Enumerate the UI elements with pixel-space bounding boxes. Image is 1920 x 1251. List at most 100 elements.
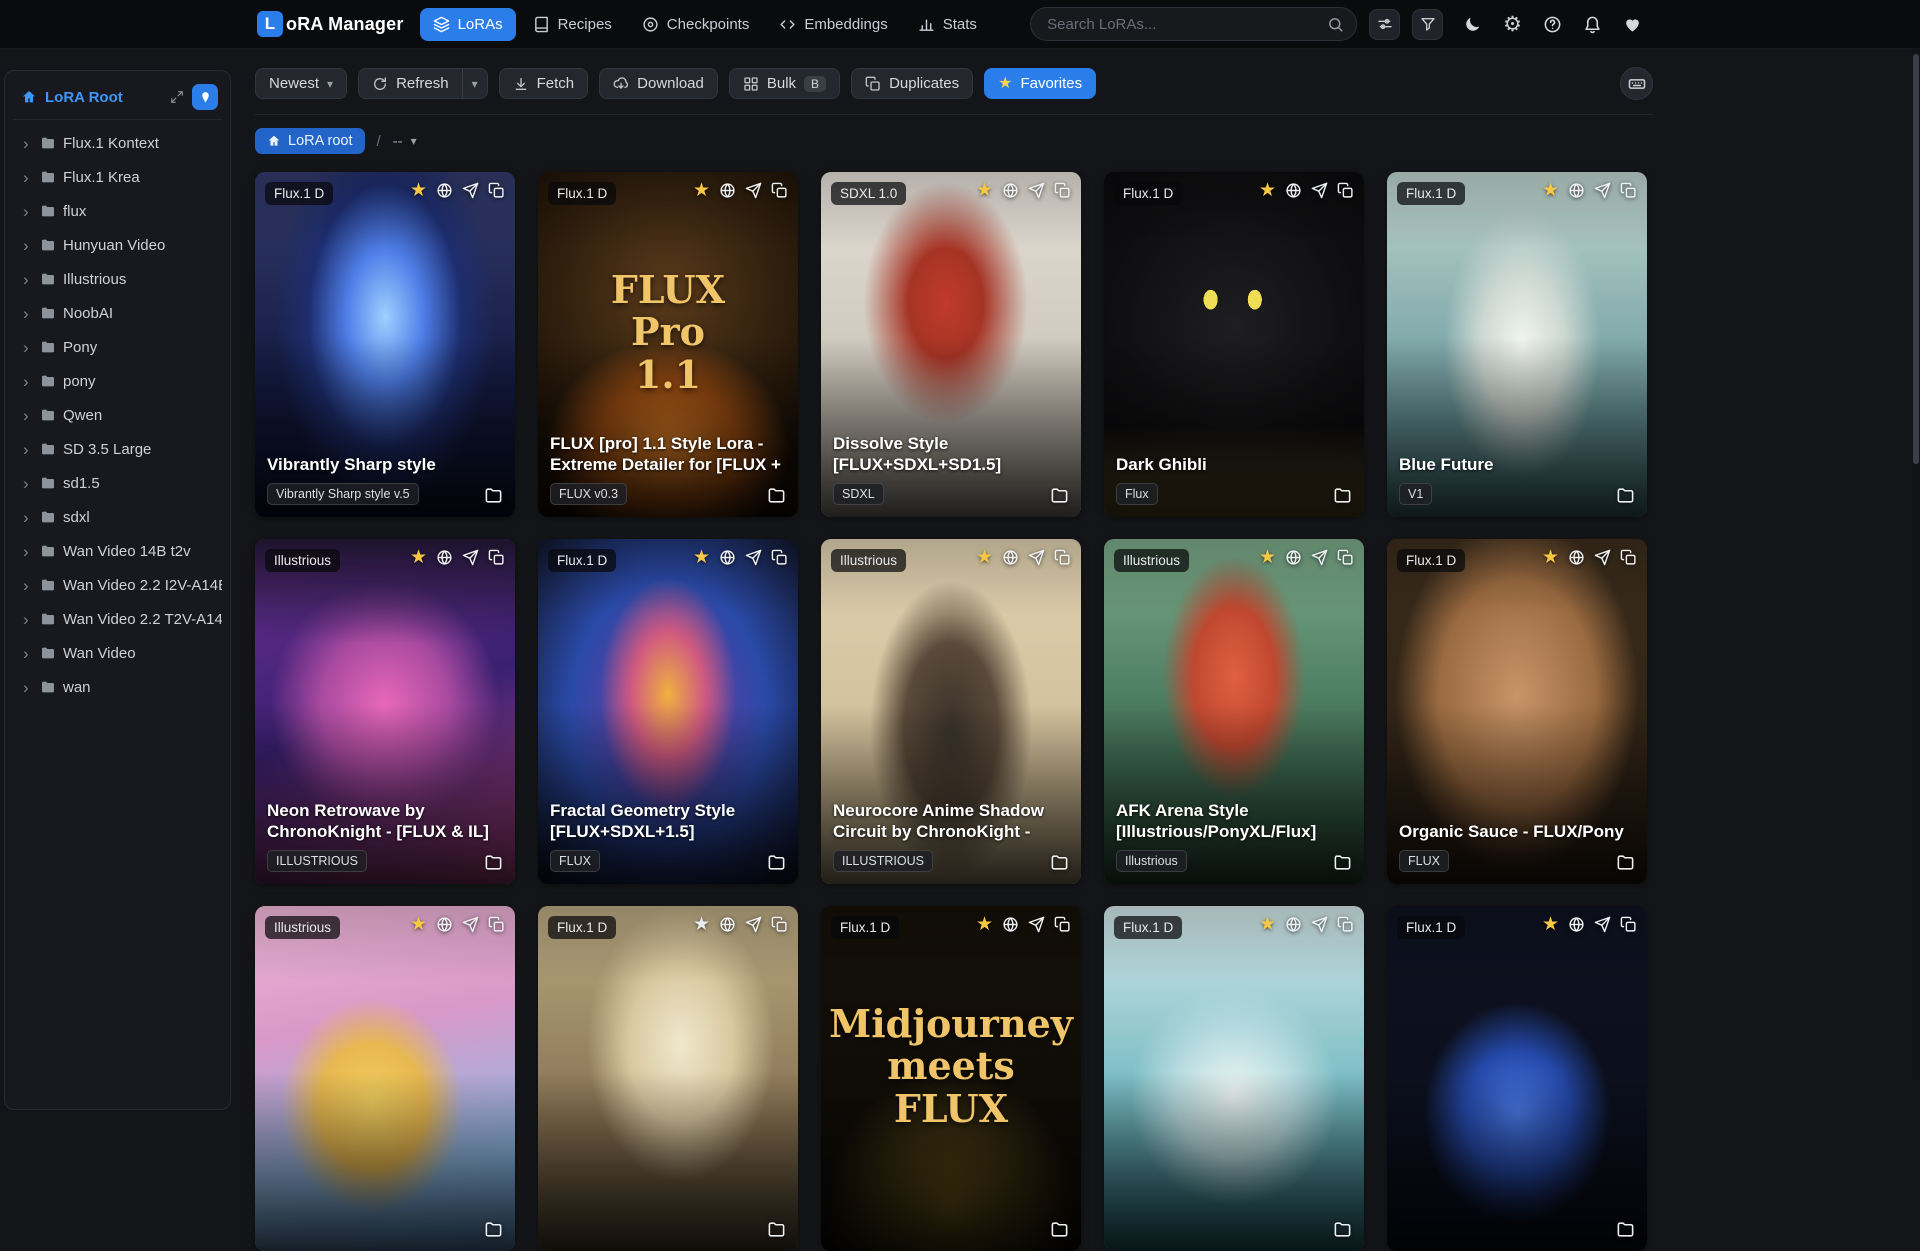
- send-icon[interactable]: [745, 549, 762, 566]
- breadcrumb-folder-dropdown[interactable]: -- ▾: [393, 133, 417, 150]
- copy-icon[interactable]: [488, 916, 505, 933]
- open-folder-button[interactable]: [1333, 486, 1352, 505]
- globe-icon[interactable]: [436, 916, 453, 933]
- send-icon[interactable]: [1311, 916, 1328, 933]
- favorites-filter-button[interactable]: ★ Favorites: [984, 68, 1097, 99]
- copy-icon[interactable]: [1337, 182, 1354, 199]
- sidebar-folder-item[interactable]: › Wan Video: [13, 636, 222, 670]
- globe-icon[interactable]: [1568, 549, 1585, 566]
- sidebar-folder-item[interactable]: › sdxl: [13, 500, 222, 534]
- sidebar-folder-item[interactable]: › Flux.1 Kontext: [13, 126, 222, 160]
- bulk-button[interactable]: Bulk B: [728, 68, 841, 99]
- open-folder-button[interactable]: [767, 1220, 786, 1239]
- open-folder-button[interactable]: [1333, 1220, 1352, 1239]
- favorite-star-icon[interactable]: ★: [410, 548, 427, 567]
- favorite-star-icon[interactable]: ★: [693, 915, 710, 934]
- duplicates-button[interactable]: Duplicates: [851, 68, 974, 99]
- open-folder-button[interactable]: [1616, 1220, 1635, 1239]
- copy-icon[interactable]: [1337, 916, 1354, 933]
- favorite-star-icon[interactable]: ★: [693, 181, 710, 200]
- copy-icon[interactable]: [488, 182, 505, 199]
- nav-tab-embeddings[interactable]: Embeddings: [766, 8, 900, 41]
- sidebar-folder-item[interactable]: › wan: [13, 670, 222, 704]
- globe-icon[interactable]: [719, 916, 736, 933]
- send-icon[interactable]: [1594, 182, 1611, 199]
- favorite-star-icon[interactable]: ★: [410, 915, 427, 934]
- filter-sliders-button[interactable]: [1369, 8, 1401, 40]
- refresh-menu-button[interactable]: ▾: [462, 68, 488, 99]
- lora-card[interactable]: Flux.1 D ★ Blue Future V1: [1387, 172, 1647, 517]
- favorite-star-icon[interactable]: ★: [976, 915, 993, 934]
- favorites-nav-button[interactable]: [1623, 15, 1642, 34]
- open-folder-button[interactable]: [484, 486, 503, 505]
- scrollbar-thumb[interactable]: [1913, 54, 1919, 464]
- sidebar-folder-item[interactable]: › Flux.1 Krea: [13, 160, 222, 194]
- sidebar-folder-item[interactable]: › Wan Video 2.2 I2V-A14B: [13, 568, 222, 602]
- favorite-star-icon[interactable]: ★: [1259, 548, 1276, 567]
- sidebar-folder-item[interactable]: › Qwen: [13, 398, 222, 432]
- globe-icon[interactable]: [1002, 916, 1019, 933]
- copy-icon[interactable]: [1054, 916, 1071, 933]
- nav-tab-recipes[interactable]: Recipes: [520, 8, 625, 41]
- sidebar-folder-item[interactable]: › NoobAI: [13, 296, 222, 330]
- sidebar-folder-item[interactable]: › flux: [13, 194, 222, 228]
- filter-funnel-button[interactable]: [1412, 8, 1444, 40]
- globe-icon[interactable]: [719, 549, 736, 566]
- download-button[interactable]: Download: [599, 68, 718, 99]
- globe-icon[interactable]: [1002, 549, 1019, 566]
- nav-tab-stats[interactable]: Stats: [905, 8, 990, 41]
- globe-icon[interactable]: [1002, 182, 1019, 199]
- search-input[interactable]: [1047, 15, 1320, 33]
- favorite-star-icon[interactable]: ★: [976, 181, 993, 200]
- copy-icon[interactable]: [771, 182, 788, 199]
- open-folder-button[interactable]: [1333, 853, 1352, 872]
- copy-icon[interactable]: [1620, 916, 1637, 933]
- lora-card[interactable]: Illustrious ★ Neon Retrowave by ChronoKn…: [255, 539, 515, 884]
- search-icon[interactable]: [1327, 16, 1344, 33]
- send-icon[interactable]: [1311, 182, 1328, 199]
- globe-icon[interactable]: [1285, 182, 1302, 199]
- open-folder-button[interactable]: [1050, 1220, 1069, 1239]
- copy-icon[interactable]: [1620, 182, 1637, 199]
- lora-card[interactable]: Illustrious ★: [255, 906, 515, 1251]
- favorite-star-icon[interactable]: ★: [1542, 915, 1559, 934]
- sidebar-folder-item[interactable]: › sd1.5: [13, 466, 222, 500]
- sidebar-folder-item[interactable]: › Illustrious: [13, 262, 222, 296]
- send-icon[interactable]: [462, 182, 479, 199]
- search-box[interactable]: [1030, 7, 1358, 41]
- globe-icon[interactable]: [719, 182, 736, 199]
- open-folder-button[interactable]: [1616, 486, 1635, 505]
- send-icon[interactable]: [462, 916, 479, 933]
- sidebar-folder-item[interactable]: › Wan Video 2.2 T2V-A14B: [13, 602, 222, 636]
- open-folder-button[interactable]: [1050, 853, 1069, 872]
- open-folder-button[interactable]: [484, 1220, 503, 1239]
- sidebar-folder-item[interactable]: › Hunyuan Video: [13, 228, 222, 262]
- globe-icon[interactable]: [1285, 916, 1302, 933]
- help-button[interactable]: [1543, 15, 1562, 34]
- send-icon[interactable]: [1594, 549, 1611, 566]
- lora-card[interactable]: Flux.1 D ★ Organic Sauce - FLUX/Pony FLU…: [1387, 539, 1647, 884]
- lora-card[interactable]: Midjourney meets FLUX Flux.1 D ★: [821, 906, 1081, 1251]
- favorite-star-icon[interactable]: ★: [1542, 181, 1559, 200]
- send-icon[interactable]: [745, 182, 762, 199]
- globe-icon[interactable]: [1568, 916, 1585, 933]
- settings-button[interactable]: ⚙: [1503, 14, 1522, 35]
- lora-card[interactable]: FLUX Pro 1.1 Flux.1 D ★ FLUX [pro] 1.1 S…: [538, 172, 798, 517]
- copy-icon[interactable]: [771, 549, 788, 566]
- lora-card[interactable]: Illustrious ★ AFK Arena Style [Illustrio…: [1104, 539, 1364, 884]
- send-icon[interactable]: [1028, 549, 1045, 566]
- nav-tab-checkpoints[interactable]: Checkpoints: [629, 8, 763, 41]
- nav-tab-loras[interactable]: LoRAs: [419, 7, 516, 41]
- send-icon[interactable]: [462, 549, 479, 566]
- send-icon[interactable]: [1028, 916, 1045, 933]
- lora-card[interactable]: Flux.1 D ★ Fractal Geometry Style [FLUX+…: [538, 539, 798, 884]
- open-folder-button[interactable]: [1050, 486, 1069, 505]
- copy-icon[interactable]: [1620, 549, 1637, 566]
- open-folder-button[interactable]: [767, 853, 786, 872]
- globe-icon[interactable]: [1568, 182, 1585, 199]
- copy-icon[interactable]: [1054, 549, 1071, 566]
- expand-all-button[interactable]: [170, 90, 184, 104]
- globe-icon[interactable]: [436, 549, 453, 566]
- sidebar-root-label[interactable]: LoRA Root: [45, 89, 162, 106]
- sidebar-folder-item[interactable]: › Wan Video 14B t2v: [13, 534, 222, 568]
